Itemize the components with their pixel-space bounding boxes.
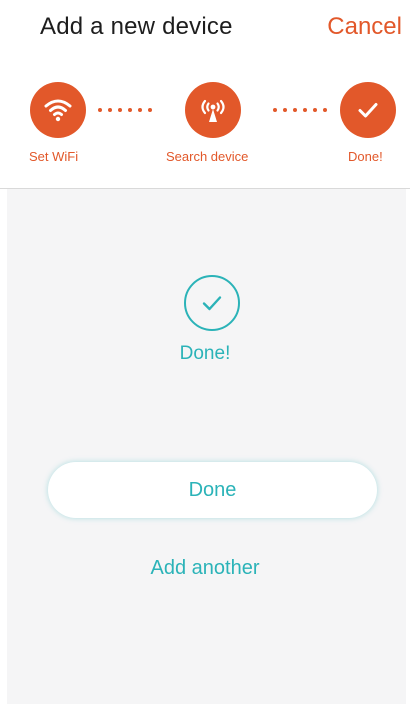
step-search-device	[185, 82, 241, 138]
header-bar: Add a new device Cancel Set WiFi Search …	[0, 0, 410, 188]
broadcast-antenna-icon	[197, 94, 229, 126]
cancel-button[interactable]: Cancel	[327, 13, 402, 41]
wifi-icon	[43, 95, 73, 125]
progress-dot	[303, 108, 307, 112]
progress-dot	[323, 108, 327, 112]
progress-dot	[283, 108, 287, 112]
done-button[interactable]: Done	[48, 462, 377, 518]
step-label-set-wifi: Set WiFi	[29, 149, 79, 164]
check-circle-icon	[184, 275, 240, 331]
check-icon	[355, 97, 381, 123]
add-another-link[interactable]: Add another	[0, 557, 410, 580]
page-title: Add a new device	[40, 13, 233, 40]
progress-dot	[108, 108, 112, 112]
progress-dot	[148, 108, 152, 112]
content-panel	[7, 189, 406, 704]
progress-dot	[118, 108, 122, 112]
step-set-wifi	[30, 82, 86, 138]
progress-dot	[313, 108, 317, 112]
progress-dot	[273, 108, 277, 112]
step-done	[340, 82, 396, 138]
step-label-done: Done!	[348, 149, 383, 164]
progress-dot	[128, 108, 132, 112]
progress-dot	[98, 108, 102, 112]
step-label-search-device: Search device	[166, 149, 249, 164]
done-button-label: Done	[188, 478, 237, 501]
status-text: Done!	[179, 343, 231, 364]
progress-dot	[138, 108, 142, 112]
progress-dot	[293, 108, 297, 112]
